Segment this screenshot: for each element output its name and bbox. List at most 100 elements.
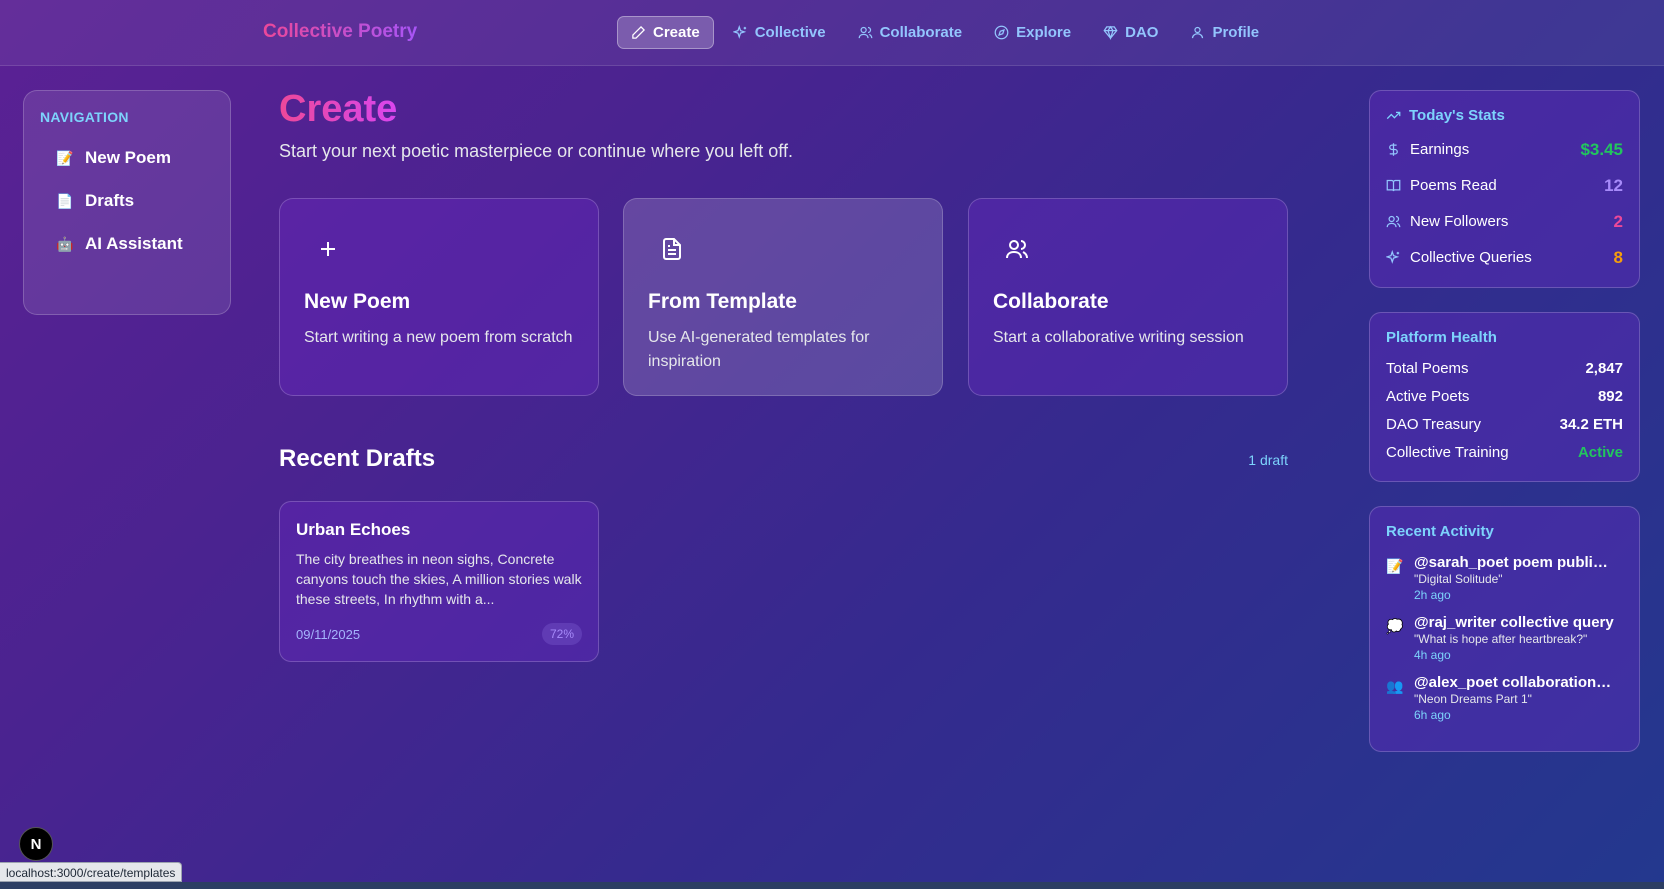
page-subtitle: Start your next poetic masterpiece or co…	[279, 141, 793, 161]
sparkles-icon	[1386, 250, 1400, 264]
health-value: 2,847	[1585, 360, 1623, 377]
activity-detail: "Neon Dreams Part 1"	[1414, 692, 1532, 706]
stat-value: 12	[1604, 175, 1623, 195]
nav-label: Collective	[754, 24, 826, 41]
draft-date: 09/11/2025	[296, 626, 361, 642]
sidebar-item-new-poem[interactable]: 📝 New Poem	[40, 148, 214, 168]
health-row: DAO Treasury 34.2 ETH	[1386, 416, 1623, 434]
plus-icon	[321, 242, 335, 256]
brand-logo[interactable]: Collective Poetry	[263, 21, 417, 43]
nav-label: Collaborate	[879, 24, 963, 41]
health-label: DAO Treasury	[1386, 416, 1482, 433]
users-icon	[858, 26, 872, 39]
pencil-icon	[632, 25, 646, 39]
recent-drafts-heading: Recent Drafts	[279, 445, 436, 472]
memo-icon: 📝	[1386, 558, 1404, 574]
nav-create[interactable]: Create	[617, 16, 714, 49]
stat-row: Collective Queries 8	[1386, 247, 1623, 268]
dollar-icon	[1389, 143, 1398, 156]
health-label: Total Poems	[1386, 360, 1469, 377]
health-value: Active	[1577, 444, 1623, 461]
stat-label: Earnings	[1410, 141, 1470, 158]
recent-activity-panel: Recent Activity 📝 @sarah_poet poem publi…	[1369, 506, 1640, 752]
nav-collaborate[interactable]: Collaborate	[845, 16, 976, 49]
nav-dao[interactable]: DAO	[1090, 16, 1171, 49]
activity-detail: "Digital Solitude"	[1414, 572, 1503, 586]
compass-icon	[994, 25, 1009, 40]
activity-item[interactable]: 📝 @sarah_poet poem published "Digital So…	[1386, 554, 1623, 602]
sparkles-icon	[732, 25, 746, 39]
user-icon	[1192, 26, 1204, 39]
nav-explore[interactable]: Explore	[981, 16, 1084, 49]
activity-detail: "What is hope after heartbreak?"	[1414, 632, 1588, 646]
people-icon: 👥	[1386, 678, 1404, 694]
activity-item[interactable]: 👥 @alex_poet collaboration st... "Neon D…	[1386, 674, 1623, 722]
from-template-card[interactable]: From Template Use AI-generated templates…	[623, 198, 943, 396]
health-row: Active Poets 892	[1386, 388, 1623, 406]
activity-title: @sarah_poet poem published	[1414, 554, 1614, 571]
activity-title: @alex_poet collaboration st...	[1414, 674, 1614, 691]
draft-card[interactable]: Urban Echoes The city breathes in neon s…	[279, 501, 599, 662]
card-description: Use AI-generated templates for inspirati…	[648, 329, 870, 370]
diamond-icon	[1103, 25, 1118, 40]
side-navigation: NAVIGATION 📝 New Poem 📄 Drafts 🤖 AI Assi…	[23, 90, 231, 315]
stat-value: 8	[1613, 247, 1623, 267]
draft-progress-badge: 72%	[541, 623, 582, 645]
nav-label: Explore	[1016, 24, 1072, 41]
sidebar-item-label: Drafts	[85, 191, 135, 210]
main-nav: Create Collective Collaborate Explore DA…	[617, 16, 1272, 49]
health-row: Total Poems 2,847	[1386, 360, 1623, 378]
stat-value: 2	[1613, 211, 1623, 231]
panel-header: Today's Stats	[1386, 107, 1623, 124]
sidebar-item-label: AI Assistant	[85, 234, 183, 253]
card-title: From Template	[648, 290, 797, 313]
nav-collective[interactable]: Collective	[720, 16, 839, 49]
stat-row: Earnings $3.45	[1386, 139, 1623, 160]
nav-profile[interactable]: Profile	[1177, 16, 1272, 49]
nextjs-dev-badge[interactable]: N	[19, 827, 53, 861]
status-bar-url: localhost:3000/create/templates	[0, 862, 183, 882]
collaborate-card[interactable]: Collaborate Start a collaborative writin…	[968, 198, 1288, 396]
activity-title: @raj_writer collective query	[1414, 614, 1614, 631]
sidebar-item-ai-assistant[interactable]: 🤖 AI Assistant	[40, 234, 214, 254]
panel-title: Recent Activity	[1386, 523, 1494, 540]
draft-footer: 09/11/2025 72%	[296, 623, 582, 645]
health-row: Collective Training Active	[1386, 444, 1623, 462]
page-icon: 📄	[56, 192, 74, 209]
card-description: Start a collaborative writing session	[993, 329, 1244, 346]
users-icon	[1006, 240, 1028, 259]
activity-time: 4h ago	[1414, 648, 1451, 662]
card-title: New Poem	[304, 290, 411, 313]
health-value: 34.2 ETH	[1559, 416, 1623, 433]
stat-row: New Followers 2	[1386, 211, 1623, 232]
activity-time: 6h ago	[1414, 708, 1451, 722]
health-label: Collective Training	[1386, 444, 1509, 461]
card-description: Start writing a new poem from scratch	[304, 329, 573, 346]
top-navbar: Collective Poetry Create Collective Coll…	[0, 0, 1664, 66]
stat-label: Collective Queries	[1410, 249, 1532, 266]
panel-title: Platform Health	[1386, 329, 1497, 346]
draft-excerpt: The city breathes in neon sighs, Concret…	[296, 551, 582, 607]
nav-label: Create	[653, 24, 700, 41]
bottom-strip	[0, 882, 1664, 889]
activity-item[interactable]: 💭 @raj_writer collective query "What is …	[1386, 614, 1623, 662]
drafts-count[interactable]: 1 draft	[1190, 452, 1288, 468]
sidenav-title: NAVIGATION	[40, 109, 129, 125]
robot-icon: 🤖	[56, 235, 74, 252]
book-icon	[1386, 179, 1401, 192]
panel-title: Today's Stats	[1409, 107, 1505, 124]
trending-up-icon	[1386, 111, 1401, 120]
nav-label: DAO	[1125, 24, 1159, 41]
sidebar-item-drafts[interactable]: 📄 Drafts	[40, 191, 214, 211]
stat-row: Poems Read 12	[1386, 175, 1623, 196]
todays-stats-panel: Today's Stats Earnings $3.45 Poems Read …	[1369, 90, 1640, 288]
users-icon	[1386, 215, 1401, 228]
platform-health-panel: Platform Health Total Poems 2,847 Active…	[1369, 312, 1640, 482]
sidebar-item-label: New Poem	[85, 148, 171, 167]
stat-label: New Followers	[1410, 213, 1509, 230]
document-icon	[663, 238, 681, 260]
new-poem-card[interactable]: New Poem Start writing a new poem from s…	[279, 198, 599, 396]
thought-bubble-icon: 💭	[1386, 618, 1404, 634]
stat-label: Poems Read	[1410, 177, 1497, 194]
nav-label: Profile	[1212, 24, 1260, 41]
